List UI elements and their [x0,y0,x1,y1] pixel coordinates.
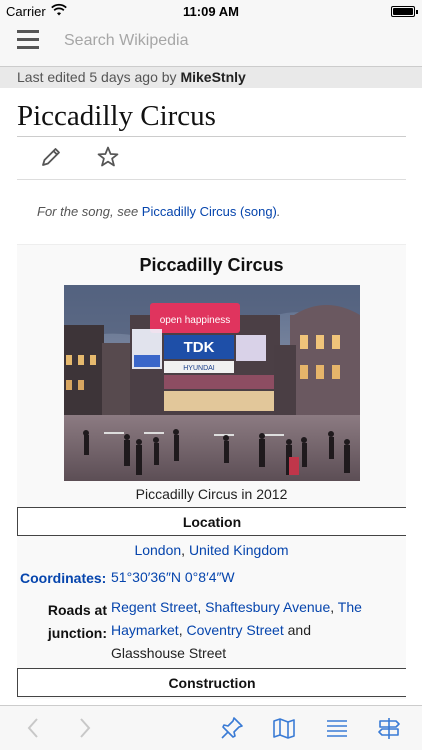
sign-text-3: HYUNDAI [183,365,215,372]
hatnote-text: For the song, see [37,204,142,219]
roads-label-line-1: Roads at [47,602,107,618]
menu-icon[interactable] [17,30,39,50]
page-title: Piccadilly Circus [17,100,216,132]
roads-separator: , [197,599,206,615]
map-icon[interactable] [272,716,296,740]
last-edited-text: Last edited 5 days ago by [17,69,181,85]
search-header [0,22,422,66]
coordinates-link[interactable]: 51°30′36″N 0°8′4″W [111,569,235,585]
roads-separator: , [330,599,338,615]
infobox: Piccadilly Circus open happiness TDK HYU… [17,244,406,699]
infobox-section-construction: Construction [17,668,406,697]
link-london[interactable]: London [134,542,181,558]
last-edited-bar[interactable]: Last edited 5 days ago by MikeStnly [0,66,422,88]
clock: 11:09 AM [183,4,239,19]
roads-label-line-2: junction: [47,625,107,641]
back-icon[interactable] [22,716,46,740]
actions-divider [17,179,406,180]
roads-label: Roads at junction: [37,599,107,645]
roads-value: Regent Street, Shaftesbury Avenue, The H… [111,596,386,665]
sign-text-1: open happiness [160,315,231,326]
star-icon[interactable] [96,145,120,169]
infobox-image[interactable]: open happiness TDK HYUNDAI [64,285,360,481]
infobox-section-location: Location [17,507,406,536]
hatnote-suffix: . [276,204,281,219]
coordinates-value: 51°30′36″N 0°8′4″W [111,566,235,589]
link-coventry-street[interactable]: Coventry Street [186,622,283,638]
piccadilly-photo: open happiness TDK HYUNDAI [64,285,360,481]
hatnote-link[interactable]: Piccadilly Circus (song) [142,204,277,219]
battery-icon [391,6,418,17]
search-input[interactable] [64,30,394,52]
pin-icon[interactable] [220,716,244,740]
table-of-contents-icon[interactable] [325,716,349,740]
sign-text-2: TDK [184,339,215,356]
image-caption: Piccadilly Circus in 2012 [135,486,288,502]
forward-icon[interactable] [72,716,96,740]
link-shaftesbury-avenue[interactable]: Shaftesbury Avenue [205,599,330,615]
link-united-kingdom[interactable]: United Kingdom [189,542,289,558]
location-separator: , [181,542,189,558]
coordinates-label[interactable]: Coordinates: [20,570,106,586]
signpost-icon[interactable] [377,716,401,740]
location-value: London, United Kingdom [17,542,406,558]
bottom-toolbar [0,705,422,750]
pencil-icon[interactable] [40,146,64,168]
link-regent-street[interactable]: Regent Street [111,599,197,615]
status-bar: Carrier 11:09 AM [0,0,422,22]
title-divider [17,136,406,137]
infobox-title: Piccadilly Circus [139,255,284,275]
last-edited-user: MikeStnly [180,69,246,85]
hatnote: For the song, see Piccadilly Circus (son… [37,204,281,219]
